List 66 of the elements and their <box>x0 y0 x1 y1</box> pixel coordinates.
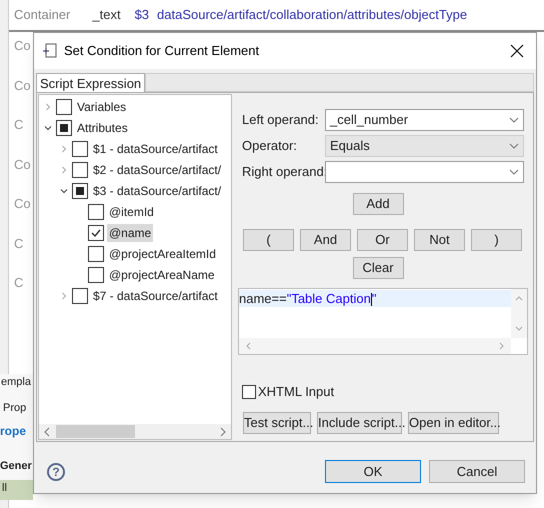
help-icon[interactable]: ? <box>47 462 65 480</box>
tree-checkbox[interactable] <box>88 204 104 220</box>
tree-item-label[interactable]: Variables <box>75 98 128 116</box>
tree-checkbox[interactable] <box>72 162 88 178</box>
operator-button[interactable]: And <box>300 229 351 251</box>
tree-item-label[interactable]: $7 - dataSource/artifact <box>91 286 220 304</box>
list-row: ll <box>0 480 33 500</box>
cancel-button[interactable]: Cancel <box>429 460 525 483</box>
tree-checkbox[interactable] <box>88 224 104 240</box>
container-label: Co <box>14 195 31 213</box>
tree-item-label[interactable]: Attributes <box>75 118 130 136</box>
container-label: C <box>14 274 24 292</box>
clear-button[interactable]: Clear <box>352 257 404 279</box>
tree-item-label[interactable]: $2 - dataSource/artifact/ <box>91 160 224 178</box>
horizontal-scrollbar[interactable] <box>39 424 231 439</box>
dropdown-field[interactable]: _cell_number <box>325 109 524 131</box>
tab-label[interactable]: Prop <box>0 396 26 422</box>
tree-item-label[interactable]: $1 - dataSource/artifact <box>91 140 220 158</box>
tab-label[interactable]: empla <box>0 374 31 396</box>
dropdown-caret-icon[interactable] <box>509 117 519 123</box>
tree-checkbox[interactable] <box>88 246 104 262</box>
tree-checkbox[interactable] <box>72 288 88 304</box>
panel-title: rope <box>0 423 26 440</box>
operator-button[interactable]: ( <box>243 229 294 251</box>
field-label: Left operand: <box>242 111 320 130</box>
dialog-title: Set Condition for Current Element <box>64 42 260 60</box>
ok-button[interactable]: OK <box>325 460 421 483</box>
container-label: C <box>14 234 24 252</box>
container-label: Co <box>14 156 31 174</box>
tree-checkbox[interactable] <box>72 140 88 156</box>
tree-checkbox[interactable] <box>56 98 72 114</box>
script-line: name=="Table Caption" <box>239 290 376 308</box>
script-button[interactable]: Test script... <box>243 412 311 434</box>
tree-item-label[interactable]: $3 - dataSource/artifact/ <box>91 182 224 200</box>
tree-checkbox[interactable] <box>88 266 104 282</box>
tree-item-label[interactable]: @itemId <box>107 202 156 220</box>
scroll-left-icon[interactable] <box>43 426 51 436</box>
scroll-right-icon[interactable] <box>219 426 227 436</box>
tab[interactable]: Script Expression <box>36 73 146 92</box>
field-name: _text <box>92 6 121 24</box>
container-label: C <box>14 116 24 134</box>
dropdown-field[interactable] <box>325 161 524 183</box>
script-button[interactable]: Open in editor... <box>408 412 499 434</box>
path-label: dataSource/artifact/collaboration/attributes/objectType <box>157 6 468 24</box>
tree-checkbox[interactable] <box>56 120 72 136</box>
operator-button[interactable]: Or <box>357 229 408 251</box>
tree-checkbox[interactable] <box>72 182 88 198</box>
script-button[interactable]: Include script... <box>317 412 402 434</box>
tree-item-label[interactable]: @name <box>107 224 154 242</box>
tree-item-label[interactable]: @projectAreaName <box>107 266 217 284</box>
field-label: Right operand: <box>242 163 325 182</box>
operator-button[interactable]: Not <box>414 229 465 251</box>
close-icon[interactable] <box>510 44 524 58</box>
add-button[interactable]: Add <box>352 193 404 215</box>
index-label: $3 <box>134 6 150 24</box>
container-label: Co <box>14 76 31 94</box>
dropdown-caret-icon[interactable] <box>509 169 519 175</box>
section-title: Gener <box>0 459 32 474</box>
operator-button[interactable]: ) <box>471 229 522 251</box>
checkbox-label: XHTML Input <box>258 383 334 401</box>
tree-item-label[interactable]: @projectAreaItemId <box>107 244 218 262</box>
container-label: Container <box>14 6 70 24</box>
checkbox[interactable] <box>242 384 256 399</box>
container-label: Co <box>14 37 31 55</box>
document-icon <box>42 43 58 59</box>
field-label: Operator: <box>242 137 298 156</box>
